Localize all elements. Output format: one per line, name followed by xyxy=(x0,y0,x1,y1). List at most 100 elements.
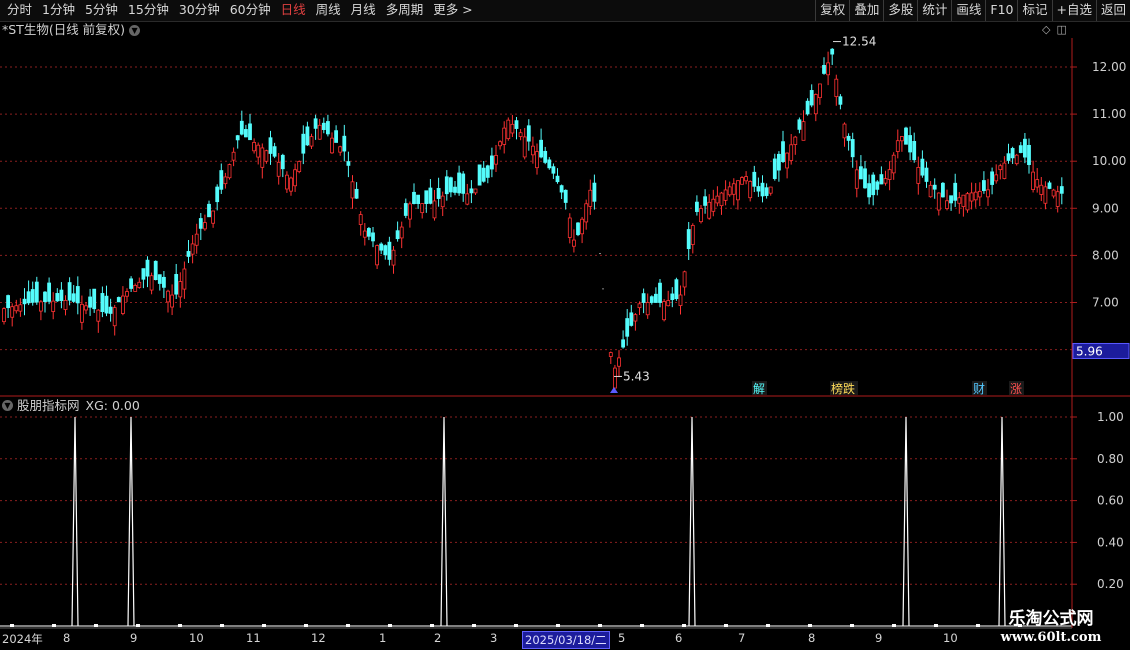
candle-body xyxy=(317,124,322,140)
candle-body xyxy=(1059,186,1064,194)
candle-body xyxy=(96,309,101,322)
candle-body xyxy=(645,302,650,316)
candle-body xyxy=(1027,144,1031,166)
candle-body xyxy=(485,165,490,178)
candle-body xyxy=(1043,186,1048,204)
candle-body xyxy=(1006,153,1011,161)
indicator-signal-spike xyxy=(440,416,448,627)
selected-date[interactable]: 2025/03/18/二 xyxy=(522,631,610,649)
price-tick-label: 9.00 xyxy=(1092,201,1119,215)
date-label: 11 xyxy=(246,631,261,645)
date-axis: 2024年 8 9 10 11 12 1 2 3 2025/03/18/二 5 … xyxy=(0,630,1072,650)
candle-body xyxy=(818,83,822,99)
candle-body xyxy=(908,135,912,153)
candle-body xyxy=(654,293,658,303)
candle-body xyxy=(104,295,109,314)
candle-body xyxy=(391,249,396,266)
candle-body xyxy=(26,291,31,304)
price-tick-label: 10.00 xyxy=(1092,154,1126,168)
candle-body xyxy=(407,203,412,220)
candle-body xyxy=(428,187,433,204)
candle-body xyxy=(809,90,814,106)
candle-body xyxy=(178,281,183,298)
price-tick-label: 8.00 xyxy=(1092,248,1119,262)
watermark-url: www.60lt.com xyxy=(1000,630,1102,645)
candle-body xyxy=(129,278,134,289)
date-label: 8 xyxy=(808,631,816,645)
candle-body xyxy=(666,300,671,307)
candle-body xyxy=(789,144,794,161)
date-label: 12 xyxy=(311,631,326,645)
candle-body xyxy=(535,151,539,169)
candle-body xyxy=(900,136,904,142)
candle-body xyxy=(842,123,847,139)
candle-body xyxy=(969,192,974,202)
candle-body xyxy=(432,200,437,219)
current-price-label: 5.96 xyxy=(1076,344,1103,358)
candle-body xyxy=(928,184,933,198)
candle-body xyxy=(461,173,466,194)
indicator-signal-spike xyxy=(71,416,79,627)
candle-body xyxy=(727,186,732,196)
candle-body xyxy=(863,168,867,189)
candle-body xyxy=(920,158,925,176)
candle-body xyxy=(801,121,806,141)
candle-body xyxy=(190,243,195,255)
candle-body xyxy=(67,282,72,301)
candle-body xyxy=(682,271,687,288)
candle-body xyxy=(268,137,273,154)
candle-body xyxy=(330,137,334,154)
candle-body xyxy=(961,194,966,207)
candle-body xyxy=(494,154,498,165)
candle-body xyxy=(219,170,224,190)
price-tick-label: 7.00 xyxy=(1092,296,1119,310)
candle-body xyxy=(617,357,621,367)
candle-body xyxy=(690,225,695,245)
candle-body xyxy=(346,161,351,166)
candle-body xyxy=(34,281,39,303)
event-marker: 解 xyxy=(753,382,765,396)
candle-body xyxy=(71,293,76,302)
indicator-dropdown-icon[interactable]: ▼ xyxy=(2,400,13,411)
candle-body xyxy=(399,226,404,239)
candle-body xyxy=(526,125,531,142)
candle-body xyxy=(760,182,765,197)
candle-body xyxy=(502,127,507,145)
candle-body xyxy=(153,260,158,281)
candle-body xyxy=(489,155,494,170)
candle-body xyxy=(342,135,347,152)
candle-body xyxy=(883,178,888,184)
candle-body xyxy=(358,214,363,225)
candle-body xyxy=(707,201,712,219)
candle-body xyxy=(912,141,917,161)
candle-body xyxy=(412,191,416,204)
indicator-tick-label: 0.60 xyxy=(1097,494,1124,508)
candle-body xyxy=(957,197,962,204)
candle-body xyxy=(711,198,716,212)
indicator-value: XG: 0.00 xyxy=(85,398,140,413)
candle-body xyxy=(723,189,728,201)
candle-body xyxy=(215,186,220,203)
kline-chart[interactable]: 1.000.800.600.400.20 7.008.009.0010.0011… xyxy=(0,0,1130,650)
candle-body xyxy=(116,297,121,303)
candle-body xyxy=(182,268,187,290)
date-label: 5 xyxy=(618,631,626,645)
candle-body xyxy=(838,96,843,105)
candle-body xyxy=(424,190,429,204)
candle-body xyxy=(768,186,773,194)
candle-body xyxy=(740,177,744,185)
candle-body xyxy=(284,174,289,190)
candle-body xyxy=(30,289,35,303)
candle-body xyxy=(584,203,589,223)
low-price-label: 5.43 xyxy=(623,369,650,383)
date-label: 3 xyxy=(490,631,498,645)
date-label: 9 xyxy=(130,631,138,645)
candle-body xyxy=(186,251,191,257)
candle-body xyxy=(75,286,80,304)
candle-body xyxy=(752,171,757,187)
candle-body xyxy=(613,367,617,389)
date-label: 2024年 xyxy=(2,632,43,646)
date-label: 1 xyxy=(379,631,387,645)
candle-body xyxy=(588,189,593,207)
indicator-chart: 1.00 0.80 0.60 0.40 0.20 xyxy=(0,410,1124,627)
